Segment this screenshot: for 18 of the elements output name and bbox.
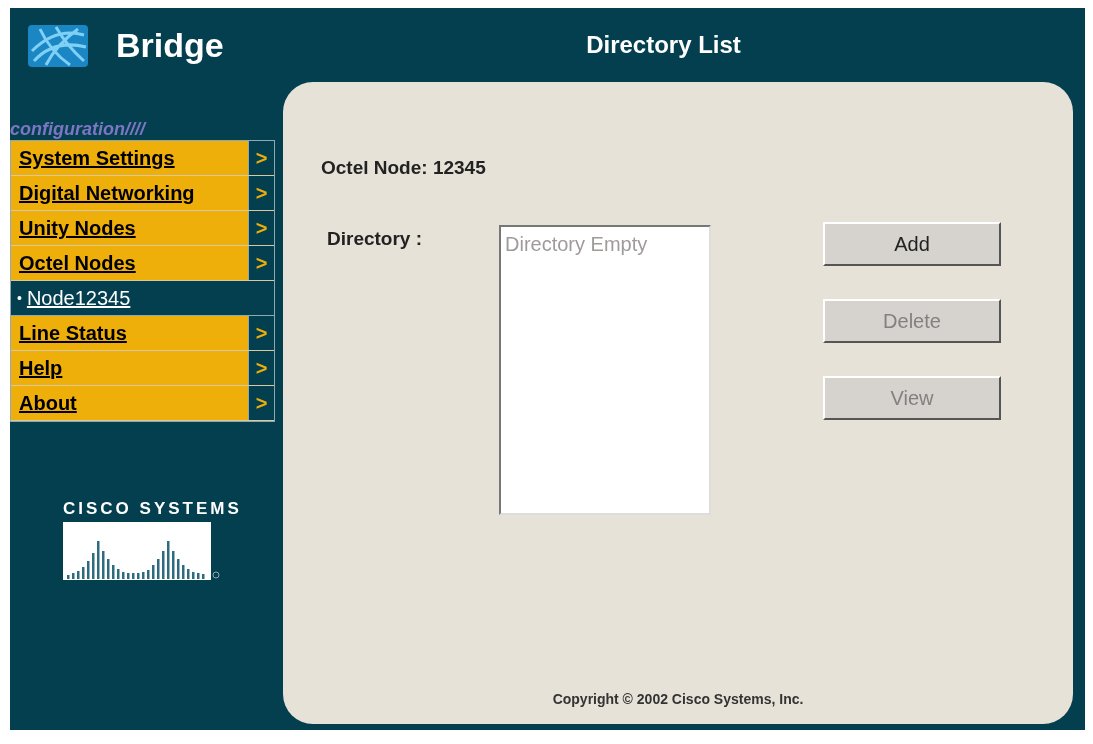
submenu-link[interactable]: Node12345	[26, 283, 131, 313]
node-heading: Octel Node: 12345	[321, 156, 487, 180]
menu-item[interactable]: Line Status	[11, 316, 248, 350]
directory-label: Directory :	[326, 226, 424, 251]
copyright-text: Copyright © 2002 Cisco Systems, Inc.	[552, 690, 804, 709]
page-title: Directory List	[586, 30, 742, 60]
menu-item[interactable]: About	[11, 386, 248, 420]
section-label: configuration////	[10, 118, 148, 140]
placeholder-text: Directory Empty	[505, 232, 648, 255]
menu-item[interactable]: Unity Nodes	[11, 211, 248, 245]
cisco-logo-text: CISCO SYSTEMS	[63, 498, 242, 520]
bullet: •	[17, 288, 22, 308]
action-button[interactable]: Add	[823, 221, 1001, 266]
menu-item[interactable]: Digital Networking	[11, 176, 248, 210]
app-title: Bridge	[116, 24, 224, 66]
menu-item[interactable]: System Settings	[11, 141, 248, 175]
menu-item[interactable]: Octel Nodes	[11, 246, 248, 280]
menu-item[interactable]: Help	[11, 351, 248, 385]
